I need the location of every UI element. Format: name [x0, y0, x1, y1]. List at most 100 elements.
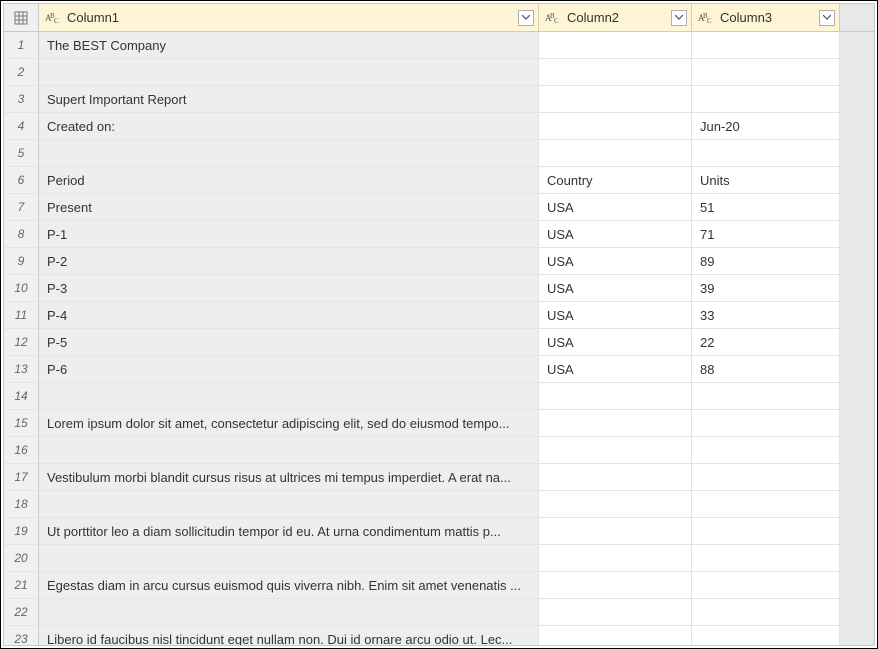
cell[interactable]	[692, 32, 840, 59]
cell[interactable]	[39, 59, 539, 86]
cell[interactable]: Present	[39, 194, 539, 221]
cell[interactable]: P-3	[39, 275, 539, 302]
table-row[interactable]: 22	[4, 599, 874, 626]
cell[interactable]	[692, 599, 840, 626]
cell[interactable]: Vestibulum morbi blandit cursus risus at…	[39, 464, 539, 491]
row-number[interactable]: 17	[4, 464, 39, 491]
cell[interactable]: Supert Important Report	[39, 86, 539, 113]
table-row[interactable]: 5	[4, 140, 874, 167]
table-row[interactable]: 10P-3USA39	[4, 275, 874, 302]
table-row[interactable]: 8P-1USA71	[4, 221, 874, 248]
cell[interactable]: Jun-20	[692, 113, 840, 140]
row-number[interactable]: 14	[4, 383, 39, 410]
column-header-column3[interactable]: A B C Column3	[692, 4, 840, 32]
table-row[interactable]: 6PeriodCountryUnits	[4, 167, 874, 194]
table-row[interactable]: 7PresentUSA51	[4, 194, 874, 221]
cell[interactable]: USA	[539, 248, 692, 275]
cell[interactable]	[692, 464, 840, 491]
cell[interactable]: USA	[539, 302, 692, 329]
cell[interactable]	[692, 626, 840, 645]
table-row[interactable]: 9P-2USA89	[4, 248, 874, 275]
cell[interactable]: Units	[692, 167, 840, 194]
cell[interactable]	[539, 491, 692, 518]
table-row[interactable]: 14	[4, 383, 874, 410]
filter-dropdown-button[interactable]	[518, 10, 534, 26]
cell[interactable]	[539, 59, 692, 86]
select-all-corner[interactable]	[4, 4, 39, 32]
cell[interactable]: The BEST Company	[39, 32, 539, 59]
cell[interactable]	[539, 113, 692, 140]
table-row[interactable]: 3Supert Important Report	[4, 86, 874, 113]
cell[interactable]	[539, 518, 692, 545]
cell[interactable]	[539, 626, 692, 645]
cell[interactable]	[539, 545, 692, 572]
row-number[interactable]: 21	[4, 572, 39, 599]
column-header-column1[interactable]: A B C Column1	[39, 4, 539, 32]
cell[interactable]: 33	[692, 302, 840, 329]
row-number[interactable]: 2	[4, 59, 39, 86]
filter-dropdown-button[interactable]	[671, 10, 687, 26]
row-number[interactable]: 8	[4, 221, 39, 248]
cell[interactable]: P-1	[39, 221, 539, 248]
table-row[interactable]: 20	[4, 545, 874, 572]
row-number[interactable]: 6	[4, 167, 39, 194]
row-number[interactable]: 7	[4, 194, 39, 221]
row-number[interactable]: 4	[4, 113, 39, 140]
cell[interactable]	[539, 572, 692, 599]
cell[interactable]	[692, 59, 840, 86]
row-number[interactable]: 18	[4, 491, 39, 518]
cell[interactable]	[539, 140, 692, 167]
cell[interactable]	[692, 140, 840, 167]
table-row[interactable]: 13P-6USA88	[4, 356, 874, 383]
cell[interactable]	[539, 464, 692, 491]
cell[interactable]: P-5	[39, 329, 539, 356]
cell[interactable]: P-6	[39, 356, 539, 383]
cell[interactable]	[692, 437, 840, 464]
table-row[interactable]: 15Lorem ipsum dolor sit amet, consectetu…	[4, 410, 874, 437]
cell[interactable]	[539, 410, 692, 437]
cell[interactable]: P-2	[39, 248, 539, 275]
table-row[interactable]: 17Vestibulum morbi blandit cursus risus …	[4, 464, 874, 491]
cell[interactable]: 89	[692, 248, 840, 275]
table-row[interactable]: 16	[4, 437, 874, 464]
table-row[interactable]: 19Ut porttitor leo a diam sollicitudin t…	[4, 518, 874, 545]
table-row[interactable]: 1The BEST Company	[4, 32, 874, 59]
cell[interactable]: Egestas diam in arcu cursus euismod quis…	[39, 572, 539, 599]
row-number[interactable]: 16	[4, 437, 39, 464]
row-number[interactable]: 10	[4, 275, 39, 302]
table-row[interactable]: 11P-4USA33	[4, 302, 874, 329]
table-row[interactable]: 18	[4, 491, 874, 518]
table-row[interactable]: 12P-5USA22	[4, 329, 874, 356]
cell[interactable]: USA	[539, 194, 692, 221]
cell[interactable]: Libero id faucibus nisl tincidunt eget n…	[39, 626, 539, 645]
table-row[interactable]: 2	[4, 59, 874, 86]
cell[interactable]	[539, 86, 692, 113]
cell[interactable]: USA	[539, 356, 692, 383]
cell[interactable]	[539, 32, 692, 59]
cell[interactable]	[692, 518, 840, 545]
cell[interactable]	[39, 599, 539, 626]
cell[interactable]	[39, 383, 539, 410]
cell[interactable]	[39, 437, 539, 464]
cell[interactable]	[539, 599, 692, 626]
cell[interactable]: USA	[539, 275, 692, 302]
cell[interactable]: 39	[692, 275, 840, 302]
row-number[interactable]: 5	[4, 140, 39, 167]
cell[interactable]: Period	[39, 167, 539, 194]
cell[interactable]: 51	[692, 194, 840, 221]
cell[interactable]	[39, 491, 539, 518]
table-row[interactable]: 21Egestas diam in arcu cursus euismod qu…	[4, 572, 874, 599]
row-number[interactable]: 22	[4, 599, 39, 626]
cell[interactable]	[692, 545, 840, 572]
row-number[interactable]: 11	[4, 302, 39, 329]
row-number[interactable]: 13	[4, 356, 39, 383]
cell[interactable]	[539, 437, 692, 464]
cell[interactable]: 88	[692, 356, 840, 383]
cell[interactable]	[692, 410, 840, 437]
cell[interactable]: 22	[692, 329, 840, 356]
filter-dropdown-button[interactable]	[819, 10, 835, 26]
row-number[interactable]: 3	[4, 86, 39, 113]
cell[interactable]	[39, 545, 539, 572]
cell[interactable]: USA	[539, 329, 692, 356]
cell[interactable]: 71	[692, 221, 840, 248]
